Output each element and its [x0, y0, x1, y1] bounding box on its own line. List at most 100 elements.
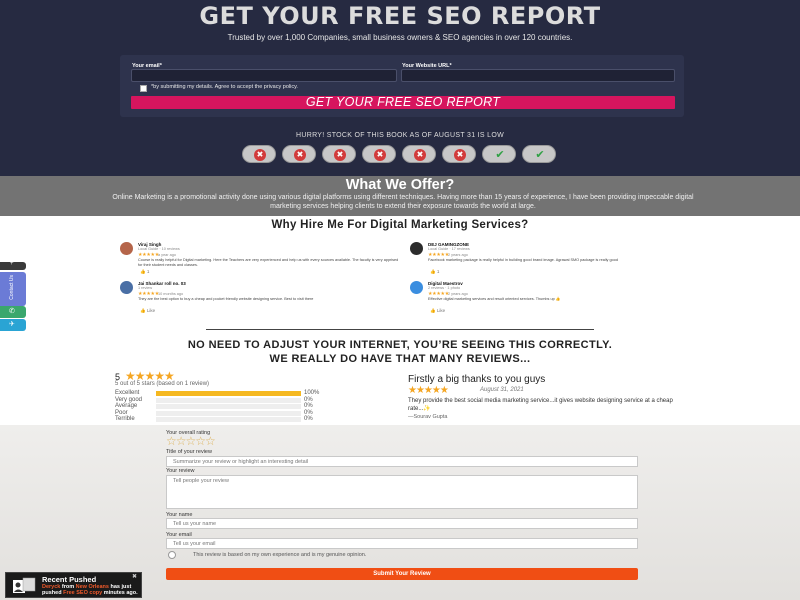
- consent-text: *by submitting my details. Agree to acce…: [151, 84, 298, 90]
- avatar: [120, 242, 133, 255]
- cross-icon: ✖: [414, 149, 426, 161]
- stock-item: ✖: [362, 145, 396, 163]
- stock-item: ✖: [322, 145, 356, 163]
- stock-item: ✔: [482, 145, 516, 163]
- submit-review-button[interactable]: Submit Your Review: [166, 568, 638, 580]
- cross-icon: ✖: [374, 149, 386, 161]
- title-label: Title of your review: [166, 449, 212, 455]
- toast-title: Recent Pushed: [42, 575, 97, 584]
- reviewer-meta: Local Guide · 10 reviews: [138, 247, 180, 251]
- hero-title: GET YOUR FREE SEO REPORT: [199, 2, 601, 30]
- hero-subtitle: Trusted by over 1,000 Companies, small b…: [227, 33, 573, 42]
- like-button[interactable]: 👍 Like: [430, 308, 445, 314]
- stock-item: ✔: [522, 145, 556, 163]
- like-button[interactable]: 👍 1: [140, 269, 149, 275]
- testimonial-title: Firstly a big thanks to you guys: [408, 374, 546, 385]
- rating-bar-track: [156, 404, 301, 409]
- rating-bar-percent: 100%: [304, 390, 320, 396]
- rating-summary: 5 out of 5 stars (based on 1 review): [115, 381, 210, 387]
- testimonial-author: —Sourav Gupta: [408, 414, 448, 420]
- review-text: Course is really helpful for Digital mar…: [138, 258, 399, 267]
- rating-bar-track: [156, 391, 301, 396]
- rating-bar-label: Average: [115, 403, 138, 409]
- toast-product: Free SEO copy: [63, 590, 103, 596]
- consent-checkbox[interactable]: [140, 85, 147, 92]
- rating-bar-fill: [156, 391, 301, 396]
- testimonial-stars: ★★★★★: [408, 385, 449, 396]
- reviewer-meta: 2 reviews · 1 photo: [428, 286, 461, 290]
- hero-section: GET YOUR FREE SEO REPORT Trusted by over…: [0, 0, 800, 176]
- reviews-heading: NO NEED TO ADJUST YOUR INTERNET, YOU’RE …: [0, 339, 800, 366]
- offer-text: Online Marketing is a promotional activi…: [112, 194, 694, 210]
- reviewer-meta: Local Guide · 17 reviews: [428, 247, 470, 251]
- review-time: a year ago: [158, 253, 176, 257]
- rating-bar-percent: 0%: [304, 396, 313, 403]
- reviews-heading-line-1: NO NEED TO ADJUST YOUR INTERNET, YOU’RE …: [187, 339, 613, 351]
- toast-text: Deryck from New Orleans has just pushed …: [42, 584, 140, 596]
- rating-bar-label: Poor: [115, 409, 128, 416]
- rating-bar-track: [156, 417, 301, 422]
- review-time: 2 years ago: [448, 253, 468, 257]
- email-field[interactable]: [131, 69, 397, 82]
- check-icon: ✔: [495, 149, 505, 161]
- recent-pushed-toast: Recent Pushed ✖ Deryck from New Orleans …: [5, 572, 142, 598]
- check-icon: ✔: [535, 149, 545, 161]
- avatar: [120, 281, 133, 294]
- telegram-icon: ✈: [9, 321, 15, 328]
- review-time: 10 months ago: [158, 292, 184, 296]
- contact-us-tab[interactable]: Contact Us: [0, 272, 26, 306]
- genuine-opinion-text: This review is based on my own experienc…: [193, 552, 367, 558]
- stock-warning: HURRY! STOCK OF THIS BOOK AS OF AUGUST 3…: [296, 132, 504, 139]
- rating-bar-percent: 0%: [304, 409, 313, 416]
- cross-icon: ✖: [454, 149, 466, 161]
- review-card: Jai Shankar roll no. 03 1 review ★★★★★ 1…: [120, 281, 403, 315]
- like-button[interactable]: 👍 1: [430, 269, 439, 275]
- rating-bar-track: [156, 397, 301, 403]
- get-seo-report-button[interactable]: GET YOUR FREE SEO REPORT: [131, 96, 675, 109]
- rating-bar-track: [156, 410, 301, 416]
- like-button[interactable]: 👍 Like: [140, 308, 155, 314]
- email-input[interactable]: Tell us your email: [166, 538, 638, 549]
- plus-icon: +: [10, 261, 14, 267]
- telegram-tab[interactable]: ✈: [0, 319, 26, 331]
- rating-bar-percent: 0%: [304, 416, 313, 422]
- offer-title: What We Offer?: [345, 177, 455, 193]
- side-toggle[interactable]: +: [0, 261, 26, 270]
- review-text: Effective digital marketing services and…: [428, 297, 561, 301]
- genuine-opinion-checkbox[interactable]: [168, 551, 176, 559]
- testimonial-date: August 31, 2021: [480, 387, 524, 393]
- rating-bar-row: Terrible 0%: [115, 416, 330, 423]
- review-card: Digital Maestrov 2 reviews · 1 photo ★★★…: [410, 281, 693, 315]
- rating-bar-label: Terrible: [115, 416, 135, 422]
- page: GET YOUR FREE SEO REPORT Trusted by over…: [0, 0, 800, 600]
- review-textarea[interactable]: Tell people your review: [166, 475, 638, 509]
- divider: [206, 329, 594, 330]
- stock-item: ✖: [442, 145, 476, 163]
- reviews-heading-line-2: WE REALLY DO HAVE THAT MANY REVIEWS...: [269, 352, 531, 365]
- stock-item: ✖: [282, 145, 316, 163]
- avatar: [410, 281, 423, 294]
- stock-item: ✖: [242, 145, 276, 163]
- rating-input[interactable]: ☆☆☆☆☆: [166, 434, 216, 448]
- website-url-field[interactable]: [401, 69, 675, 82]
- reviewer-meta: 1 review: [138, 286, 153, 290]
- book-icon: [13, 577, 36, 593]
- whatsapp-tab[interactable]: ✆: [0, 306, 26, 318]
- whatsapp-icon: ✆: [9, 308, 15, 315]
- review-card: DEJ GAMINGZONE Local Guide · 17 reviews …: [410, 242, 693, 276]
- review-card: Viraj Singh Local Guide · 10 reviews ★★★…: [120, 242, 403, 276]
- stock-item: ✖: [402, 145, 436, 163]
- name-input[interactable]: Tell us your name: [166, 518, 638, 529]
- testimonial-text: They provide the best social media marke…: [408, 398, 673, 412]
- cross-icon: ✖: [334, 149, 346, 161]
- cross-icon: ✖: [294, 149, 306, 161]
- review-title-input[interactable]: Summarize your review or highlight an in…: [166, 456, 638, 467]
- review-label: Your review: [166, 468, 195, 474]
- why-hire-title: Why Hire Me For Digital Marketing Servic…: [271, 219, 529, 231]
- review-time: 2 years ago: [448, 292, 468, 296]
- offer-section: What We Offer? Online Marketing is a pro…: [0, 176, 800, 216]
- cross-icon: ✖: [254, 149, 266, 161]
- contact-us-label: Contact Us: [9, 275, 15, 300]
- close-icon[interactable]: ✖: [132, 573, 137, 580]
- review-text: Facebook marketing package is really hel…: [428, 258, 618, 262]
